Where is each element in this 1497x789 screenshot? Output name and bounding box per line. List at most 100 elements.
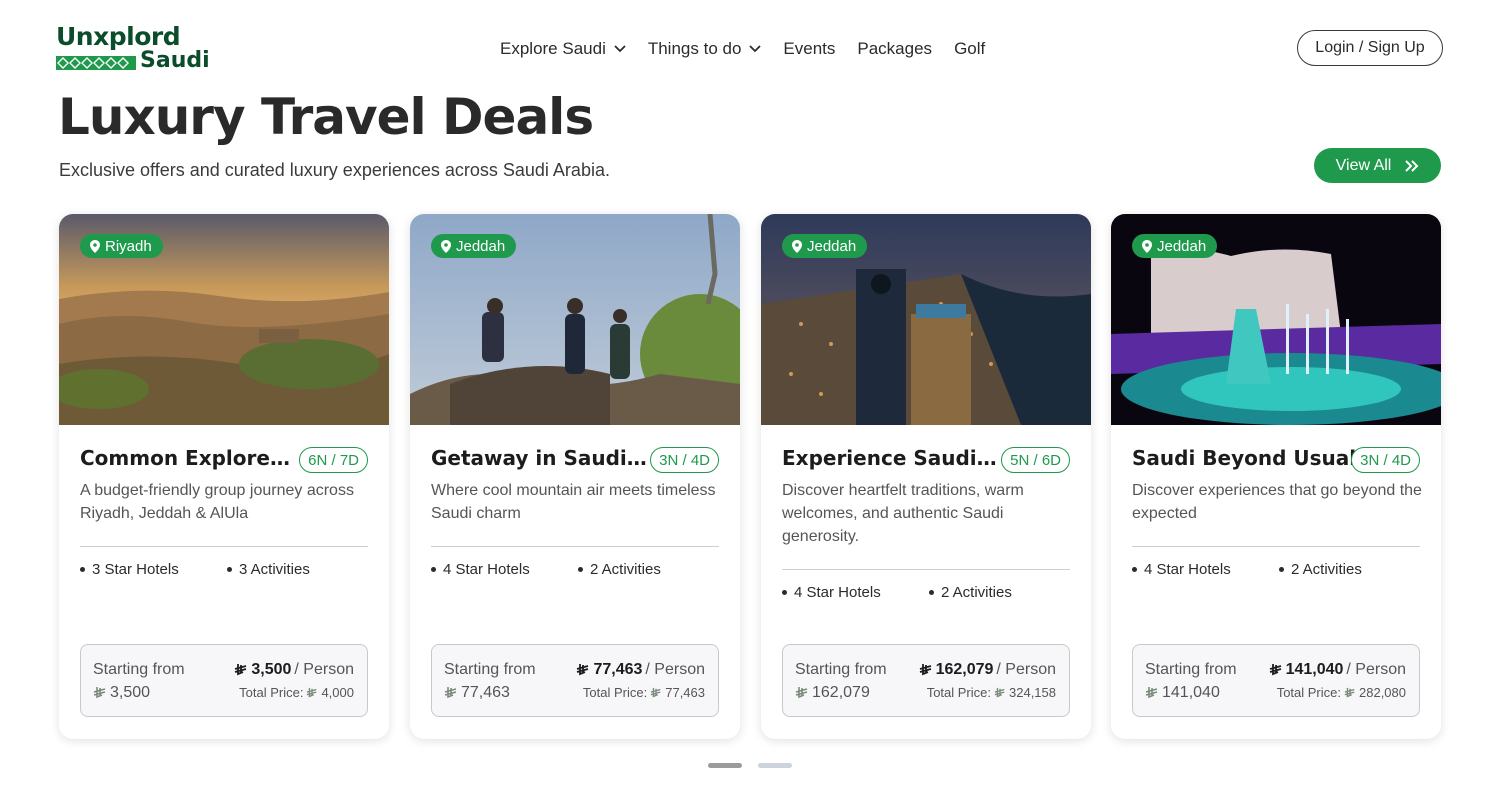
package-card[interactable]: Jeddah Getaway in Saudi Highlands 3N / 4…: [410, 214, 740, 739]
starting-value-text: 162,079: [812, 684, 870, 701]
total-price: Total Price: 77,463: [583, 685, 705, 700]
riyal-icon: [444, 687, 457, 699]
feature-activities: 2 Activities: [1279, 561, 1362, 578]
total-price-label: Total Price:: [1276, 685, 1341, 700]
location-label: Riyadh: [105, 237, 152, 255]
nav-label: Golf: [954, 39, 986, 58]
price-value: 77,463: [593, 661, 643, 678]
feature-label: 4 Star Hotels: [1144, 561, 1231, 578]
divider: [1132, 546, 1420, 547]
brand-logo[interactable]: Unxplord Saudi: [56, 22, 210, 76]
map-pin-icon: [90, 239, 100, 253]
login-signup-button[interactable]: Login / Sign Up: [1297, 30, 1443, 66]
nav-things-to-do[interactable]: Things to do: [648, 39, 762, 59]
starting-value-text: 77,463: [461, 684, 510, 701]
location-label: Jeddah: [1157, 237, 1207, 255]
card-description: A budget-friendly group journey across R…: [80, 482, 354, 522]
total-price-value: 4,000: [321, 685, 354, 700]
total-price: Total Price: 324,158: [927, 685, 1056, 700]
feature-label: 3 Activities: [239, 561, 310, 578]
location-label: Jeddah: [456, 237, 506, 255]
map-pin-icon: [441, 239, 451, 253]
card-features: 3 Star Hotels 3 Activities: [80, 561, 310, 578]
nav-label: Things to do: [647, 39, 742, 58]
riyal-icon: [235, 664, 247, 676]
starting-from-label: Starting from: [93, 661, 185, 678]
starting-value-text: 3,500: [110, 684, 151, 701]
nav-label: Packages: [857, 39, 933, 58]
per-person-label: / Person: [1346, 661, 1406, 678]
map-pin-icon: [1142, 239, 1152, 253]
pagination-dot-2[interactable]: [758, 763, 792, 768]
feature-label: 2 Activities: [1291, 561, 1362, 578]
duration-badge: 3N / 4D: [650, 447, 719, 473]
price-box: Starting from 141,040 141,040 / Person T…: [1132, 644, 1420, 717]
riyal-icon: [1344, 687, 1355, 697]
card-title[interactable]: Saudi Beyond Usual: [1132, 446, 1357, 470]
logo-text-line1: Unxplord: [56, 22, 181, 51]
feature-hotels: 4 Star Hotels: [431, 561, 578, 578]
feature-hotels: 3 Star Hotels: [80, 561, 227, 578]
price-box: Starting from 77,463 77,463 / Person Tot…: [431, 644, 719, 717]
riyal-icon: [919, 664, 931, 676]
starting-from-label: Starting from: [1145, 661, 1237, 678]
riyal-icon: [1145, 687, 1158, 699]
nav-label: Events: [783, 39, 836, 58]
nav-golf[interactable]: Golf: [954, 39, 985, 59]
nav-events[interactable]: Events: [783, 39, 835, 59]
riyal-icon: [307, 687, 317, 697]
card-title[interactable]: Experience Saudi Hospitality: [782, 446, 1000, 470]
package-card[interactable]: Riyadh Common Explorer Saudi 6N / 7D A b…: [59, 214, 389, 739]
pagination-dot-1[interactable]: [708, 763, 742, 768]
card-features: 4 Star Hotels 2 Activities: [1132, 561, 1362, 578]
total-price: Total Price: 282,080: [1277, 685, 1406, 700]
card-features: 4 Star Hotels 2 Activities: [782, 584, 1012, 601]
nav-packages[interactable]: Packages: [857, 39, 932, 59]
chevron-down-icon: [614, 45, 626, 53]
divider: [80, 546, 368, 547]
main-nav: Explore Saudi Things to do Events Packag…: [500, 37, 1007, 61]
starting-from-label: Starting from: [795, 661, 887, 678]
map-pin-icon: [792, 239, 802, 253]
starting-from-value: 141,040: [1145, 684, 1220, 702]
page-subtitle: Exclusive offers and curated luxury expe…: [59, 160, 610, 180]
feature-label: 3 Star Hotels: [92, 561, 179, 578]
logo-pattern-icon: [56, 56, 136, 70]
card-features: 4 Star Hotels 2 Activities: [431, 561, 661, 578]
card-title[interactable]: Common Explorer Saudi: [80, 446, 298, 470]
feature-activities: 2 Activities: [929, 584, 1012, 601]
feature-activities: 3 Activities: [227, 561, 310, 578]
riyal-icon: [577, 664, 589, 676]
feature-label: 4 Star Hotels: [443, 561, 530, 578]
location-badge: Jeddah: [782, 234, 868, 258]
carousel-pagination: [708, 763, 792, 768]
starting-from-value: 162,079: [795, 684, 870, 702]
feature-label: 2 Activities: [941, 584, 1012, 601]
total-price-label: Total Price:: [926, 685, 991, 700]
package-card[interactable]: Jeddah Saudi Beyond Usual 3N / 4D Discov…: [1111, 214, 1441, 739]
price-value: 141,040: [1285, 661, 1344, 678]
view-all-button[interactable]: View All: [1314, 148, 1441, 183]
price-per-person: 3,500 / Person: [234, 661, 354, 679]
nav-label: Explore Saudi: [500, 39, 606, 58]
starting-from-value: 77,463: [444, 684, 510, 702]
duration-badge: 6N / 7D: [299, 447, 368, 473]
total-price-value: 324,158: [1009, 685, 1056, 700]
location-label: Jeddah: [807, 237, 857, 255]
starting-value-text: 141,040: [1162, 684, 1220, 701]
divider: [431, 546, 719, 547]
duration-badge: 3N / 4D: [1351, 447, 1420, 473]
feature-hotels: 4 Star Hotels: [1132, 561, 1279, 578]
package-card[interactable]: Jeddah Experience Saudi Hospitality 5N /…: [761, 214, 1091, 739]
starting-from-label: Starting from: [444, 661, 536, 678]
price-per-person: 77,463 / Person: [576, 661, 705, 679]
card-description: Discover heartfelt traditions, warm welc…: [782, 482, 1024, 545]
location-badge: Jeddah: [1132, 234, 1218, 258]
card-title[interactable]: Getaway in Saudi Highlands: [431, 446, 649, 470]
double-chevron-right-icon: [1405, 159, 1419, 172]
per-person-label: / Person: [645, 661, 705, 678]
riyal-icon: [795, 687, 808, 699]
nav-explore-saudi[interactable]: Explore Saudi: [500, 39, 626, 59]
price-per-person: 141,040 / Person: [1269, 661, 1406, 679]
price-box: Starting from 3,500 3,500 / Person Total…: [80, 644, 368, 717]
